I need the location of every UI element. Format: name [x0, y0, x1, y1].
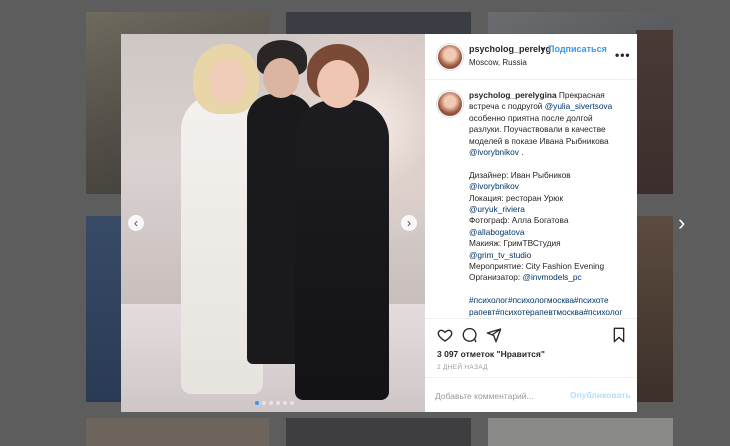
caption-line: разлуки. Поучаствовали в качестве	[469, 124, 629, 135]
carousel-next-button[interactable]: ›	[401, 215, 417, 231]
caption-line: @allabogatova	[469, 227, 629, 238]
caption-text: моделей в показе Ивана Рыбникова	[469, 135, 609, 146]
caption-line: Мероприятие: City Fashion Evening	[469, 261, 629, 272]
avatar[interactable]	[438, 45, 462, 69]
person-face	[209, 58, 247, 104]
post-photo[interactable]: ‹ ›	[121, 34, 425, 412]
caption-text: Дизайнер: Иван Рыбников	[469, 169, 571, 180]
caption-text: встреча с подругой	[469, 101, 545, 112]
caption-text: Прекрасная	[556, 90, 605, 100]
caption-text: Фотограф: Алла Богатова	[469, 215, 569, 226]
heart-icon[interactable]	[437, 327, 453, 343]
share-icon[interactable]	[486, 327, 502, 343]
next-post-arrow[interactable]: ›	[678, 212, 696, 234]
feed-thumbnail[interactable]	[636, 30, 673, 194]
caption-line: @grim_tv_studio	[469, 250, 629, 261]
comment-icon[interactable]	[461, 327, 477, 343]
caption-link[interactable]: #психолог#психологмосква#психоте	[469, 295, 609, 305]
carousel-indicator	[255, 401, 294, 405]
caption-line: Организатор: @invmodels_pc	[469, 272, 629, 283]
more-options-button[interactable]: •••	[615, 48, 631, 62]
post-caption: psycholog_perelygina Прекрасная встреча с…	[469, 90, 629, 318]
caption-author-username[interactable]: psycholog_perelygina	[469, 90, 557, 100]
caption-line: @ivorybnikov .	[469, 147, 629, 158]
caption-text: Макияж: ГримТВСтудия	[469, 238, 561, 249]
feed-thumbnail[interactable]	[636, 216, 673, 402]
caption-line: моделей в показе Ивана Рыбникова	[469, 136, 629, 147]
caption-line: Локация: ресторан Урюк	[469, 193, 629, 204]
carousel-dot	[276, 401, 280, 405]
comment-input[interactable]	[435, 389, 565, 403]
caption-link[interactable]: @ivorybnikov	[469, 181, 519, 191]
caption-text: разлуки. Поучаствовали в качестве	[469, 124, 606, 135]
carousel-dot	[290, 401, 294, 405]
post-author-username[interactable]: psycholog_perelyg	[469, 44, 551, 54]
post-side-panel: psycholog_perelyg • Подписаться Moscow, …	[425, 34, 637, 412]
person-face	[317, 60, 359, 108]
caption-link[interactable]: @allabogatova	[469, 227, 524, 237]
post-actions: 3 097 отметок "Нравится" 2 ДНЕЙ НАЗАД Оп…	[425, 318, 637, 413]
caption-line: psycholog_perelygina Прекрасная	[469, 90, 629, 101]
feed-thumbnail[interactable]	[286, 12, 471, 34]
carousel-dot	[283, 401, 287, 405]
person-black-dress	[295, 100, 389, 400]
caption-line: Фотограф: Алла Богатова	[469, 215, 629, 226]
caption-line: @ivorybnikov	[469, 181, 629, 192]
comment-box: Опубликовать	[425, 377, 637, 413]
feed-thumbnail[interactable]	[86, 216, 122, 402]
carousel-prev-button[interactable]: ‹	[128, 215, 144, 231]
feed-thumbnail[interactable]	[286, 418, 471, 446]
caption-line: рапевт#психотерапевтмосква#психолог	[469, 307, 629, 318]
caption-link[interactable]: @ivorybnikov	[469, 147, 519, 157]
caption-line: Дизайнер: Иван Рыбников	[469, 170, 629, 181]
avatar[interactable]	[438, 92, 462, 116]
publish-comment-button[interactable]: Опубликовать	[570, 390, 631, 400]
carousel-dot	[262, 401, 266, 405]
caption-link[interactable]: @grim_tv_studio	[469, 250, 531, 260]
post-header: psycholog_perelyg • Подписаться Moscow, …	[425, 34, 637, 80]
caption-text: Локация: ресторан Урюк	[469, 192, 564, 203]
carousel-dot	[269, 401, 273, 405]
post-modal: ‹ › psycholog_perelyg • Подписаться Mosc…	[121, 34, 637, 412]
caption-link[interactable]: @yulia_sivertsova	[545, 101, 612, 111]
carousel-dot	[255, 401, 259, 405]
separator-dot: •	[541, 44, 545, 54]
caption-line: @uryuk_riviera	[469, 204, 629, 215]
caption-line: особенно приятна после долгой	[469, 113, 629, 124]
caption-area: psycholog_perelygina Прекрасная встреча с…	[425, 80, 637, 318]
caption-line: Макияж: ГримТВСтудия	[469, 238, 629, 249]
feed-thumbnail[interactable]	[488, 418, 673, 446]
caption-link[interactable]: @uryuk_riviera	[469, 204, 525, 214]
caption-line: #психолог#психологмосква#психоте	[469, 295, 629, 306]
post-date[interactable]: 2 ДНЕЙ НАЗАД	[437, 364, 488, 371]
follow-button[interactable]: Подписаться	[548, 44, 607, 54]
caption-text: .	[518, 147, 524, 158]
likes-count[interactable]: 3 097 отметок "Нравится"	[437, 349, 545, 359]
post-location[interactable]: Moscow, Russia	[469, 58, 527, 67]
caption-text: особенно приятна после долгой	[469, 112, 593, 123]
caption-link[interactable]: рапевт#психотерапевтмосква#психолог	[469, 307, 622, 317]
caption-line: встреча с подругой @yulia_sivertsova	[469, 101, 629, 112]
feed-thumbnail[interactable]	[86, 418, 269, 446]
caption-text: Мероприятие: City Fashion Evening	[469, 261, 605, 272]
caption-link[interactable]: @invmodels_pc	[523, 272, 582, 282]
bookmark-icon[interactable]	[611, 327, 627, 343]
caption-text: Организатор:	[469, 272, 523, 283]
person-face	[263, 58, 299, 98]
